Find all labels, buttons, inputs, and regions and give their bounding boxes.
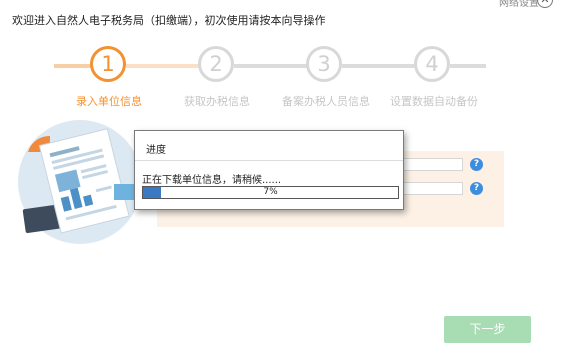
step-4-circle: 4	[414, 46, 450, 82]
download-status-text: 正在下载单位信息，请稍候......	[142, 175, 282, 186]
step-2-label: 获取办税信息	[184, 95, 250, 108]
close-icon[interactable]: ✕	[537, 0, 553, 8]
download-progress-bar: 7%	[142, 186, 399, 199]
network-settings-link[interactable]: 网络设置	[499, 0, 539, 9]
step-4-label: 设置数据自动备份	[390, 95, 478, 108]
dialog-title: 进度	[146, 145, 166, 156]
progress-dialog: 进度 正在下载单位信息，请稍候...... 7%	[134, 130, 404, 210]
step-2-circle: 2	[198, 46, 234, 82]
document-illustration	[14, 114, 154, 244]
help-icon[interactable]: ?	[470, 158, 483, 171]
step-1-circle: 1	[90, 46, 126, 82]
step-3-circle: 3	[306, 46, 342, 82]
dialog-divider	[135, 160, 403, 161]
help-icon[interactable]: ?	[470, 182, 483, 195]
step-1-label: 录入单位信息	[76, 95, 142, 108]
step-3-label: 备案办税人员信息	[282, 95, 370, 108]
welcome-message: 欢迎进入自然人电子税务局（扣缴端），初次使用请按本向导操作	[12, 14, 326, 27]
step-connector-right-tail	[450, 64, 486, 68]
next-step-button[interactable]: 下一步	[444, 316, 531, 343]
progress-percent-label: 7%	[263, 187, 278, 197]
